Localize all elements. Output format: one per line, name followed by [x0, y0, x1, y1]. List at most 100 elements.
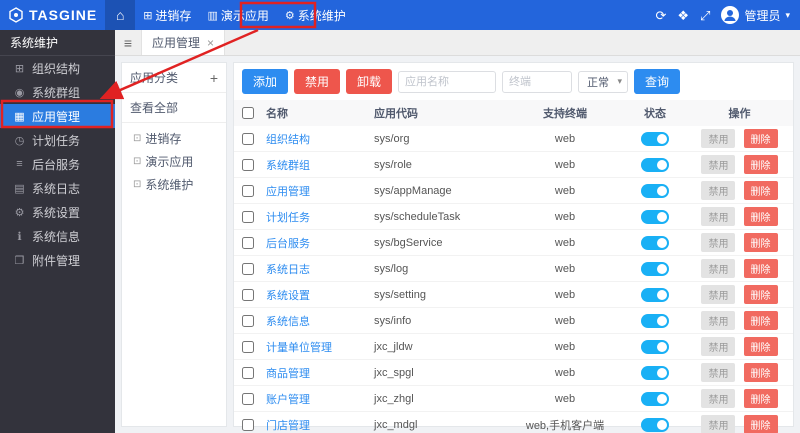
category-tree-item[interactable]: ⊡ 系统维护 — [122, 173, 226, 196]
sidebar-item[interactable]: ⊞ 组织结构 — [0, 56, 115, 80]
select-all-checkbox[interactable] — [242, 107, 254, 120]
sidebar-item[interactable]: ≡ 后台服务 — [0, 152, 115, 176]
sidebar-item[interactable]: ⚙ 系统设置 — [0, 200, 115, 224]
status-toggle[interactable] — [641, 183, 669, 198]
logo-text: TASGINE — [29, 7, 98, 23]
row-checkbox[interactable] — [242, 314, 254, 327]
row-checkbox[interactable] — [242, 132, 254, 145]
app-name-link[interactable]: 商品管理 — [266, 368, 310, 380]
app-name-link[interactable]: 应用管理 — [266, 186, 310, 198]
sidebar-item[interactable]: ◉ 系统群组 — [0, 80, 115, 104]
status-toggle[interactable] — [641, 313, 669, 328]
refresh-icon[interactable]: ⟳ — [655, 9, 666, 22]
tab-close-icon[interactable]: × — [207, 36, 214, 50]
row-delete-button[interactable]: 删除 — [743, 285, 778, 304]
row-disable-button[interactable]: 禁用 — [701, 207, 736, 226]
row-checkbox[interactable] — [242, 184, 254, 197]
row-disable-button[interactable]: 禁用 — [701, 415, 736, 433]
status-toggle[interactable] — [641, 157, 669, 172]
add-category-button[interactable]: + — [210, 71, 218, 85]
app-name-link[interactable]: 系统设置 — [266, 290, 310, 302]
row-disable-button[interactable]: 禁用 — [701, 337, 736, 356]
sidebar-item-icon: ▦ — [14, 110, 25, 123]
app-name-link[interactable]: 系统日志 — [266, 264, 310, 276]
app-name-input[interactable] — [398, 70, 497, 93]
row-delete-button[interactable]: 删除 — [743, 259, 778, 278]
row-disable-button[interactable]: 禁用 — [701, 129, 736, 148]
row-checkbox[interactable] — [242, 366, 254, 379]
status-toggle[interactable] — [641, 391, 669, 406]
apps-grid-icon[interactable]: ❖ — [677, 9, 689, 22]
category-tree-item-label: 系统维护 — [145, 178, 194, 192]
row-delete-button[interactable]: 删除 — [743, 207, 778, 226]
row-delete-button[interactable]: 删除 — [743, 155, 778, 174]
status-toggle[interactable] — [641, 365, 669, 380]
disable-button[interactable]: 禁用 — [294, 69, 341, 94]
row-delete-button[interactable]: 删除 — [743, 129, 778, 148]
row-disable-button[interactable]: 禁用 — [701, 181, 736, 200]
app-name-link[interactable]: 系统信息 — [266, 316, 310, 328]
col-status: 状态 — [644, 108, 666, 120]
sidebar-item[interactable]: ❐ 附件管理 — [0, 248, 115, 272]
user-menu[interactable]: 管理员 ▾ — [721, 6, 790, 24]
app-name-link[interactable]: 组织结构 — [266, 134, 310, 146]
nav-item[interactable]: ⚙ 系统维护 — [277, 0, 354, 30]
status-select[interactable]: 正常 — [578, 70, 629, 93]
row-delete-button[interactable]: 删除 — [743, 363, 778, 382]
row-delete-button[interactable]: 删除 — [743, 181, 778, 200]
home-button[interactable]: ⌂ — [105, 0, 136, 30]
status-toggle[interactable] — [641, 287, 669, 302]
col-code: 应用代码 — [374, 108, 418, 120]
uninstall-button[interactable]: 卸载 — [346, 69, 393, 94]
app-name-link[interactable]: 门店管理 — [266, 420, 310, 432]
tab-app-management[interactable]: 应用管理 × — [141, 30, 226, 55]
row-checkbox[interactable] — [242, 236, 254, 249]
category-tree-item[interactable]: ⊡ 进销存 — [122, 127, 226, 150]
search-button[interactable]: 查询 — [634, 69, 681, 94]
row-disable-button[interactable]: 禁用 — [701, 285, 736, 304]
toggle-knob — [657, 367, 667, 378]
sidebar-item[interactable]: ▦ 应用管理 — [0, 104, 115, 128]
fullscreen-icon[interactable]: ⤢ — [700, 9, 710, 22]
row-checkbox[interactable] — [242, 262, 254, 275]
add-button[interactable]: 添加 — [242, 69, 289, 94]
row-checkbox[interactable] — [242, 210, 254, 223]
row-checkbox[interactable] — [242, 288, 254, 301]
row-disable-button[interactable]: 禁用 — [701, 233, 736, 252]
status-toggle[interactable] — [641, 131, 669, 146]
row-checkbox[interactable] — [242, 340, 254, 353]
row-delete-button[interactable]: 删除 — [743, 337, 778, 356]
status-toggle[interactable] — [641, 235, 669, 250]
status-toggle[interactable] — [641, 261, 669, 276]
app-name-link[interactable]: 计划任务 — [266, 212, 310, 224]
category-tree-item-label: 演示应用 — [145, 155, 194, 169]
row-checkbox[interactable] — [242, 158, 254, 171]
terminal-input[interactable] — [502, 70, 573, 93]
nav-item[interactable]: ⊞ 进销存 — [135, 0, 199, 30]
row-delete-button[interactable]: 删除 — [743, 233, 778, 252]
category-tree-item[interactable]: ⊡ 演示应用 — [122, 150, 226, 173]
view-all-link[interactable]: 查看全部 — [122, 93, 226, 123]
row-checkbox[interactable] — [242, 418, 254, 431]
row-disable-button[interactable]: 禁用 — [701, 155, 736, 174]
app-name-link[interactable]: 后台服务 — [266, 238, 310, 250]
nav-item[interactable]: ▥ 演示应用 — [199, 0, 276, 30]
app-name-link[interactable]: 账户管理 — [266, 394, 310, 406]
status-toggle[interactable] — [641, 209, 669, 224]
app-name-link[interactable]: 计量单位管理 — [266, 342, 332, 354]
status-toggle[interactable] — [641, 417, 669, 432]
sidebar-item[interactable]: ◷ 计划任务 — [0, 128, 115, 152]
sidebar-item[interactable]: ℹ 系统信息 — [0, 224, 115, 248]
status-toggle[interactable] — [641, 339, 669, 354]
row-disable-button[interactable]: 禁用 — [701, 363, 736, 382]
row-delete-button[interactable]: 删除 — [743, 415, 778, 433]
row-delete-button[interactable]: 删除 — [743, 389, 778, 408]
row-disable-button[interactable]: 禁用 — [701, 311, 736, 330]
sidebar-item[interactable]: ▤ 系统日志 — [0, 176, 115, 200]
row-disable-button[interactable]: 禁用 — [701, 389, 736, 408]
collapse-sidebar-icon[interactable]: ≡ — [115, 30, 141, 55]
row-delete-button[interactable]: 删除 — [743, 311, 778, 330]
app-name-link[interactable]: 系统群组 — [266, 160, 310, 172]
row-disable-button[interactable]: 禁用 — [701, 259, 736, 278]
row-checkbox[interactable] — [242, 392, 254, 405]
